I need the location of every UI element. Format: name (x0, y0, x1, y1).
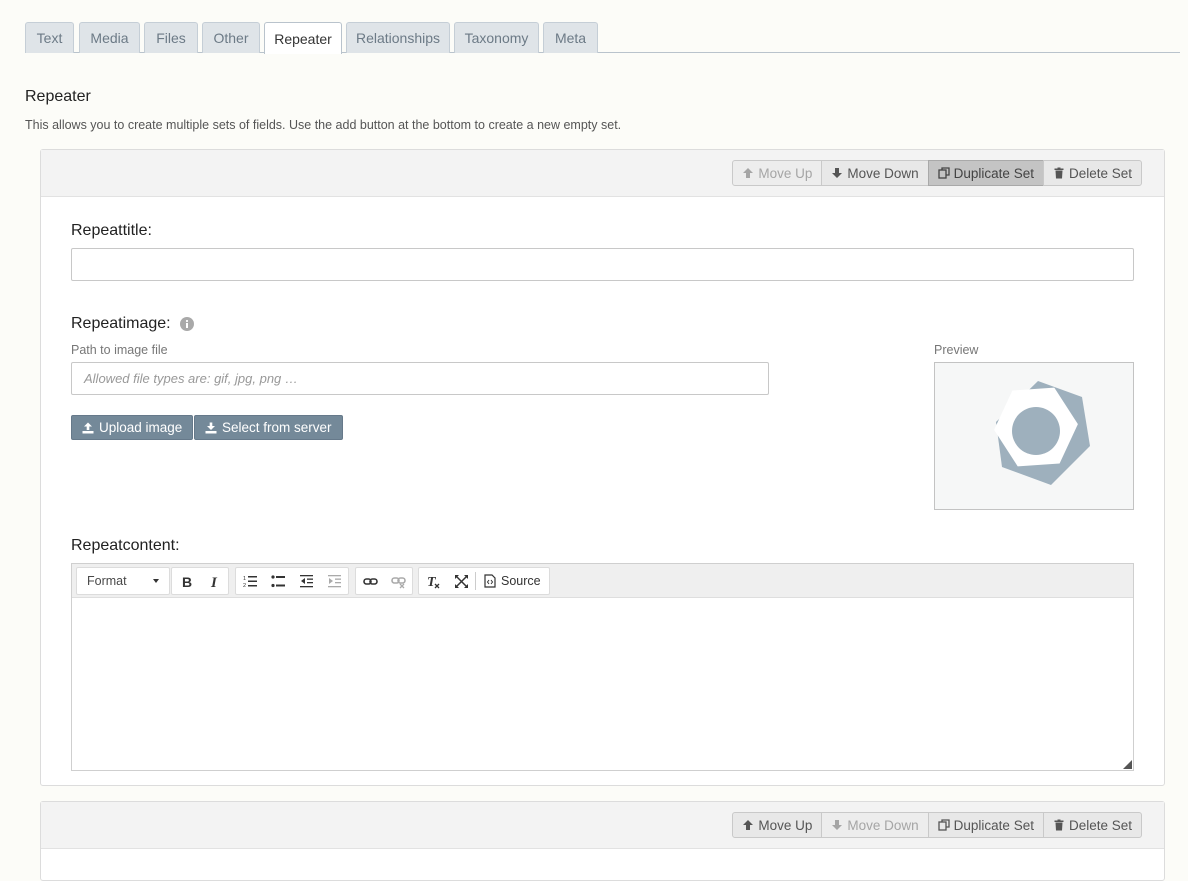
unlink-icon (390, 576, 406, 588)
remove-format-button[interactable]: T (419, 568, 447, 594)
tab-meta[interactable]: Meta (543, 22, 598, 53)
arrow-down-icon (832, 168, 843, 178)
tab-other[interactable]: Other (202, 22, 260, 53)
set-actions: Move Up Move Down Duplicate Set Delete S… (732, 160, 1142, 186)
editor-toolbar: Format B I 12 T Source (72, 564, 1133, 598)
download-icon (205, 422, 217, 433)
outdent-icon (299, 574, 313, 587)
repeater-set-2: Move Up Move Down Duplicate Set Delete S… (40, 801, 1165, 881)
tab-taxonomy[interactable]: Taxonomy (454, 22, 539, 53)
move-down-label: Move Down (847, 817, 919, 833)
move-down-label: Move Down (847, 165, 919, 181)
editor-content-area[interactable] (72, 598, 1133, 770)
tab-media[interactable]: Media (79, 22, 140, 53)
chevron-down-icon (153, 579, 159, 583)
upload-image-label: Upload image (99, 420, 183, 435)
maximize-button[interactable] (447, 568, 475, 594)
tab-relationships[interactable]: Relationships (346, 22, 450, 53)
repeattitle-label: Repeattitle: (71, 222, 152, 239)
image-path-input[interactable]: Allowed file types are: gif, jpg, png … (71, 362, 769, 395)
bold-button[interactable]: B (172, 568, 200, 594)
duplicate-set-label: Duplicate Set (953, 817, 1034, 833)
decrease-indent-button[interactable] (292, 568, 320, 594)
bulleted-list-button[interactable] (264, 568, 292, 594)
repeatimage-label: Repeatimage: (71, 315, 194, 333)
tab-text[interactable]: Text (25, 22, 74, 53)
link-icon (362, 577, 378, 585)
info-icon[interactable] (179, 317, 194, 331)
select-from-server-button[interactable]: Select from server (194, 415, 343, 440)
italic-icon: I (210, 575, 218, 589)
duplicate-set-label: Duplicate Set (953, 165, 1034, 181)
format-group: Format (76, 567, 170, 595)
copy-icon (938, 819, 950, 831)
duplicate-set-button[interactable]: Duplicate Set (927, 812, 1044, 838)
format-dropdown[interactable]: Format (77, 568, 169, 594)
repeatimage-label-text: Repeatimage: (71, 315, 171, 332)
set-header: Move Up Move Down Duplicate Set Delete S… (41, 150, 1164, 197)
svg-text:B: B (182, 574, 192, 589)
move-up-button[interactable]: Move Up (732, 812, 823, 838)
maximize-icon (454, 574, 468, 588)
tab-files[interactable]: Files (144, 22, 198, 53)
italic-button[interactable]: I (200, 568, 228, 594)
tab-repeater[interactable]: Repeater (264, 22, 342, 54)
source-label: Source (501, 574, 541, 588)
unlink-button[interactable] (384, 568, 412, 594)
repeattitle-input[interactable] (71, 248, 1134, 281)
format-dropdown-label: Format (87, 574, 127, 588)
indent-icon (327, 574, 341, 587)
increase-indent-button[interactable] (320, 568, 348, 594)
set-header-2: Move Up Move Down Duplicate Set Delete S… (41, 802, 1164, 849)
arrow-up-icon (743, 820, 754, 830)
repeater-set: Move Up Move Down Duplicate Set Delete S… (40, 149, 1165, 786)
move-up-label: Move Up (758, 165, 813, 181)
source-button[interactable]: Source (476, 568, 549, 594)
section-title: Repeater (25, 88, 91, 105)
select-from-server-label: Select from server (222, 420, 332, 435)
svg-text:1: 1 (243, 576, 246, 582)
source-icon (484, 574, 496, 588)
move-down-button[interactable]: Move Down (821, 160, 929, 186)
trash-icon (1054, 167, 1064, 179)
link-button[interactable] (356, 568, 384, 594)
delete-set-button[interactable]: Delete Set (1042, 812, 1142, 838)
tools-group: T Source (418, 567, 550, 595)
section-description: This allows you to create multiple sets … (25, 118, 622, 132)
image-path-placeholder: Allowed file types are: gif, jpg, png … (84, 371, 298, 386)
remove-format-icon: T (427, 575, 439, 589)
svg-text:2: 2 (243, 583, 246, 589)
upload-image-button[interactable]: Upload image (71, 415, 194, 440)
link-group (355, 567, 413, 595)
trash-icon (1054, 819, 1064, 831)
tab-bar: Text Media Files Other Repeater Relation… (25, 22, 1180, 54)
set-actions-2: Move Up Move Down Duplicate Set Delete S… (732, 812, 1142, 838)
bolt-logo-icon (994, 381, 1090, 485)
move-down-button[interactable]: Move Down (821, 812, 929, 838)
rich-text-editor: Format B I 12 T Source (71, 563, 1134, 771)
arrow-down-icon (832, 820, 843, 830)
list-group: 12 (235, 567, 349, 595)
image-preview (934, 362, 1134, 510)
move-up-label: Move Up (758, 817, 813, 833)
upload-icon (82, 422, 94, 433)
delete-set-label: Delete Set (1068, 165, 1132, 181)
delete-set-label: Delete Set (1068, 817, 1132, 833)
move-up-button[interactable]: Move Up (732, 160, 823, 186)
svg-text:I: I (210, 575, 218, 589)
style-group: B I (171, 567, 229, 595)
delete-set-button[interactable]: Delete Set (1042, 160, 1142, 186)
duplicate-set-button[interactable]: Duplicate Set (927, 160, 1044, 186)
preview-label: Preview (934, 343, 979, 357)
copy-icon (938, 167, 950, 179)
resize-handle-icon[interactable] (1123, 760, 1132, 769)
image-path-label: Path to image file (71, 343, 168, 357)
numbered-list-icon: 12 (243, 575, 257, 589)
bulleted-list-icon (270, 574, 285, 587)
numbered-list-button[interactable]: 12 (236, 568, 264, 594)
bold-icon: B (182, 574, 192, 589)
arrow-up-icon (743, 168, 754, 178)
repeatcontent-label: Repeatcontent: (71, 537, 180, 554)
